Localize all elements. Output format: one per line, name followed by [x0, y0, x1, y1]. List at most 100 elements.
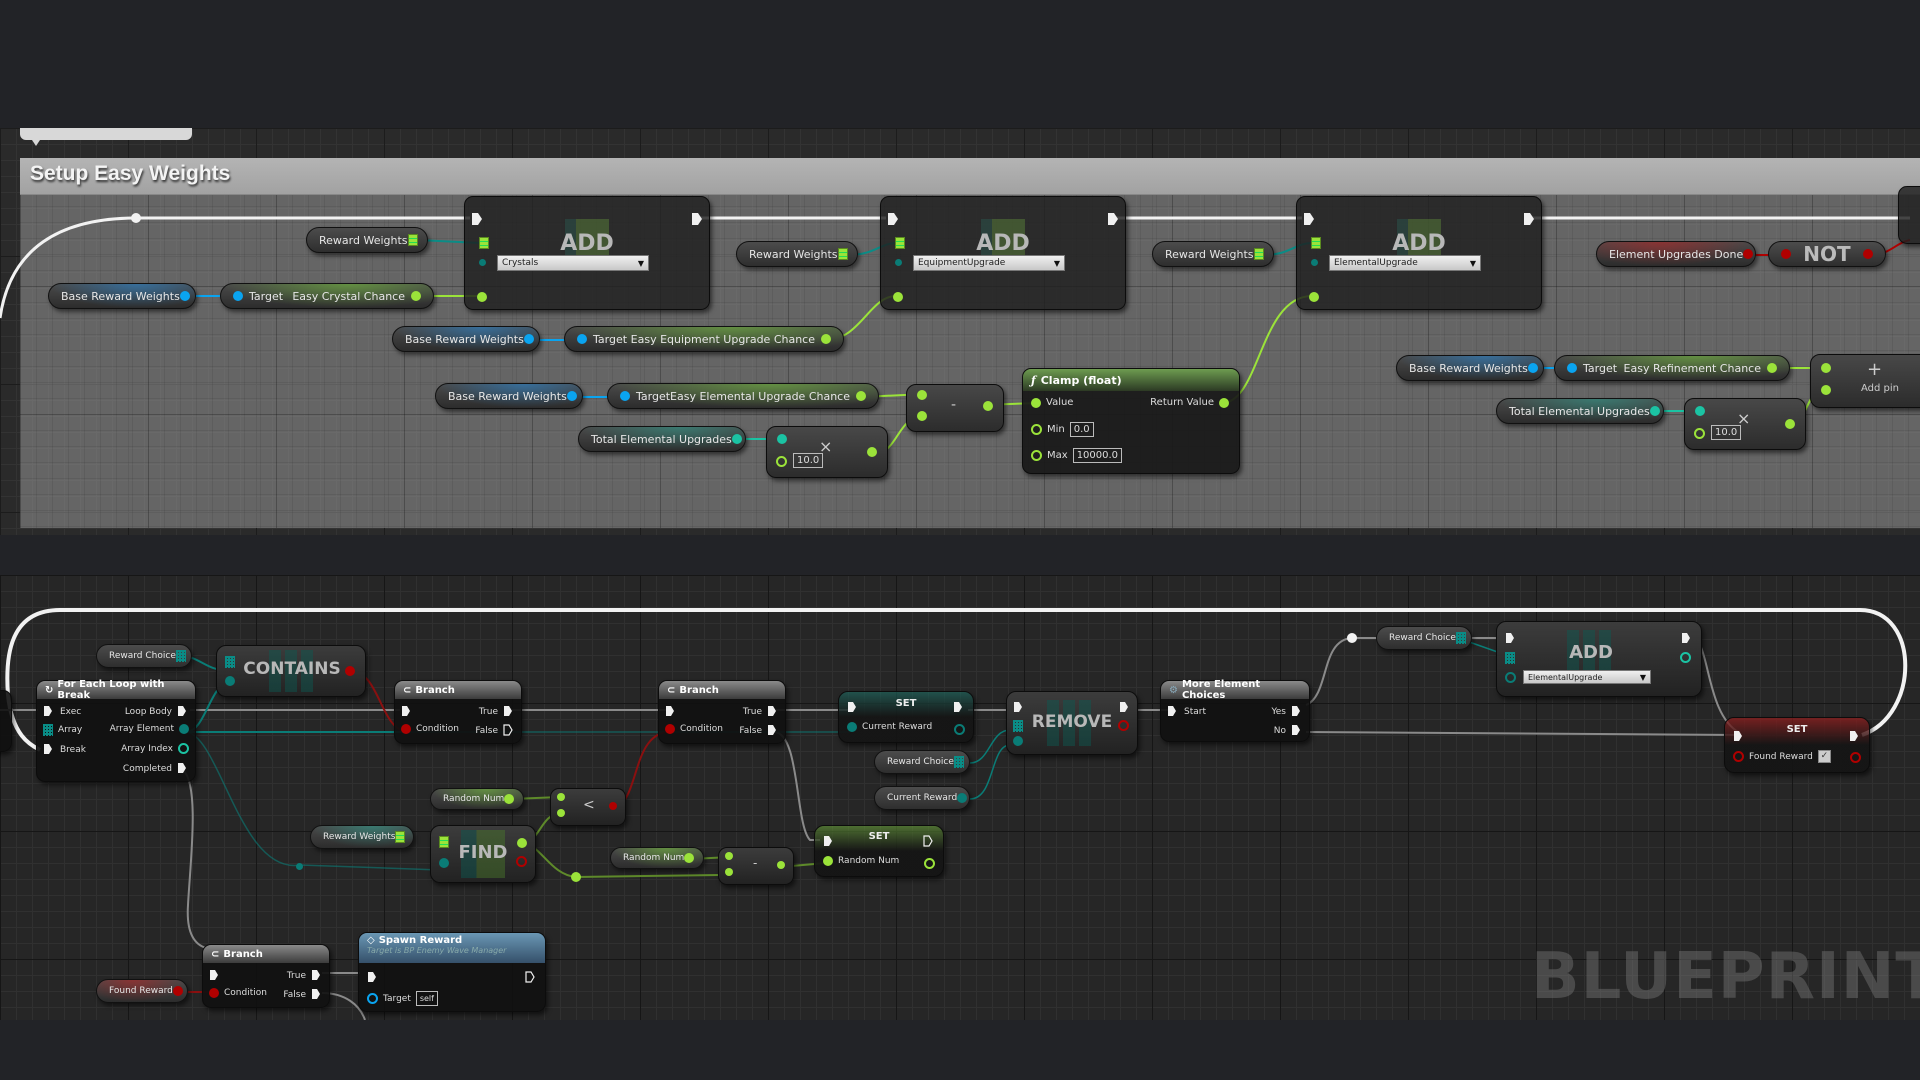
- exec-out-pin-icon[interactable]: [503, 705, 515, 719]
- clamp-float-node[interactable]: ƒ Clamp (float) Value Return Value Min 0…: [1022, 368, 1240, 474]
- bool-in-pin-icon[interactable]: [665, 724, 675, 734]
- reward-weights-getter[interactable]: Reward Weights: [1152, 241, 1274, 267]
- array-pin-icon[interactable]: [837, 248, 848, 260]
- exec-out-pin-icon[interactable]: [691, 212, 703, 226]
- total-elemental-upgrades-getter[interactable]: Total Elemental Upgrades: [578, 426, 746, 452]
- offscreen-node[interactable]: [1898, 186, 1920, 244]
- float-in-pin-icon[interactable]: [1031, 450, 1042, 461]
- int-in-pin-icon[interactable]: [777, 434, 787, 444]
- bool-out-pin-icon[interactable]: [1862, 249, 1873, 259]
- random-num-getter[interactable]: Random Num: [610, 847, 704, 869]
- bool-out-pin-icon[interactable]: [1118, 720, 1129, 731]
- reward-weights-getter[interactable]: Reward Weights: [310, 825, 414, 849]
- exec-out-pin-icon[interactable]: [525, 971, 537, 985]
- float-out-pin-icon[interactable]: [867, 447, 877, 457]
- min-value-input[interactable]: 0.0: [1069, 422, 1094, 437]
- exec-out-pin-icon[interactable]: [503, 724, 515, 738]
- total-elemental-upgrades-getter[interactable]: Total Elemental Upgrades: [1496, 398, 1664, 424]
- bool-in-pin-icon[interactable]: [401, 724, 411, 734]
- multiply-node[interactable]: 10.0 ×: [766, 426, 888, 478]
- object-pin-icon[interactable]: [179, 291, 190, 301]
- exec-in-pin-icon[interactable]: [401, 705, 413, 719]
- bool-in-pin-icon[interactable]: [1781, 249, 1791, 259]
- set-random-num-node[interactable]: SET Random Num: [814, 825, 944, 877]
- less-than-node[interactable]: <: [550, 788, 626, 826]
- bool-pin-icon[interactable]: [1743, 249, 1754, 259]
- bool-out-pin-icon[interactable]: [516, 856, 527, 867]
- exec-out-pin-icon[interactable]: [177, 705, 189, 719]
- float-in-pin-icon[interactable]: [1821, 385, 1831, 395]
- bottom-graph-canvas[interactable]: Reward Choice CONTAINS ↻ For Each Loop w…: [0, 575, 1920, 1020]
- exec-out-pin-icon[interactable]: [177, 762, 189, 776]
- float-in-pin-icon[interactable]: [557, 793, 565, 801]
- add-node-equipment-upgrade[interactable]: ADD EquipmentUpgrade ▼: [880, 196, 1126, 310]
- base-reward-weights-getter[interactable]: Base Reward Weights: [392, 326, 540, 352]
- reward-weights-getter[interactable]: Reward Weights: [736, 241, 858, 267]
- reward-choice-getter[interactable]: Reward Choice: [96, 644, 192, 668]
- reward-choice-getter[interactable]: Reward Choice: [874, 750, 970, 774]
- element-out-pin-icon[interactable]: [179, 724, 189, 734]
- item-in-pin-icon[interactable]: [439, 858, 449, 868]
- float-in-pin-icon[interactable]: [917, 411, 927, 421]
- exec-in-pin-icon[interactable]: [471, 212, 483, 226]
- array-in-pin-icon[interactable]: [479, 237, 489, 249]
- branch-node[interactable]: ⊂ Branch Condition True False: [394, 680, 522, 744]
- found-reward-getter[interactable]: Found Reward: [96, 979, 188, 1003]
- reroute-node[interactable]: [296, 863, 303, 870]
- float-in-pin-icon[interactable]: [776, 456, 787, 467]
- add-node-crystals[interactable]: ADD Crystals ▼: [464, 196, 710, 310]
- bool-pin-icon[interactable]: [172, 986, 183, 996]
- float-in-pin-icon[interactable]: [1821, 363, 1831, 373]
- int-pin-icon[interactable]: [1649, 406, 1660, 416]
- easy-crystal-chance-getter[interactable]: Target Easy Crystal Chance: [220, 283, 434, 309]
- set-found-reward-node[interactable]: SET Found Reward ✓: [1724, 717, 1870, 773]
- object-pin-icon[interactable]: [957, 793, 968, 803]
- offscreen-node[interactable]: [0, 690, 12, 752]
- object-in-pin-icon[interactable]: [367, 993, 378, 1004]
- float-in-pin-icon[interactable]: [893, 292, 903, 302]
- float-pin-icon[interactable]: [411, 291, 421, 301]
- more-element-choices-node[interactable]: ⚙ More Element Choices Start Yes No: [1160, 679, 1310, 742]
- target-pin-icon[interactable]: [577, 334, 587, 344]
- exec-in-pin-icon[interactable]: [1167, 705, 1179, 719]
- target-pin-icon[interactable]: [1567, 363, 1577, 373]
- enum-dropdown[interactable]: ElementalUpgrade ▼: [1329, 255, 1481, 271]
- bool-out-pin-icon[interactable]: [609, 802, 617, 810]
- item-in-pin-icon[interactable]: [225, 676, 235, 686]
- exec-out-pin-icon[interactable]: [1523, 212, 1535, 226]
- multiply-node[interactable]: 10.0 ×: [1684, 398, 1806, 450]
- contains-node[interactable]: CONTAINS: [216, 645, 366, 697]
- enum-dropdown[interactable]: EquipmentUpgrade ▼: [913, 255, 1065, 271]
- add-node-elemental-upgrade[interactable]: ADD ElementalUpgrade ▼: [1296, 196, 1542, 310]
- branch-node[interactable]: ⊂ Branch Condition True False: [202, 944, 330, 1008]
- index-out-pin-icon[interactable]: [1680, 652, 1691, 663]
- bool-out-pin-icon[interactable]: [1850, 752, 1861, 763]
- found-reward-checkbox[interactable]: ✓: [1817, 750, 1831, 763]
- float-out-pin-icon[interactable]: [983, 401, 993, 411]
- plus-icon[interactable]: +: [1867, 359, 1882, 380]
- exec-out-pin-icon[interactable]: [767, 705, 779, 719]
- float-in-pin-icon[interactable]: [557, 809, 565, 817]
- enum-in-pin-icon[interactable]: [895, 259, 902, 266]
- top-graph-canvas[interactable]: Setup Easy Weights Reward Weights Base R…: [0, 128, 1920, 535]
- easy-elemental-upgrade-chance-getter[interactable]: Target Easy Elemental Upgrade Chance: [607, 383, 879, 409]
- array-in-pin-icon[interactable]: [1311, 237, 1321, 249]
- enum-in-pin-icon[interactable]: [1505, 672, 1516, 683]
- target-pin-icon[interactable]: [233, 291, 243, 301]
- object-pin-icon[interactable]: [566, 391, 577, 401]
- exec-in-pin-icon[interactable]: [43, 743, 55, 757]
- float-in-pin-icon[interactable]: [725, 868, 733, 876]
- float-out-pin-icon[interactable]: [777, 861, 785, 869]
- comment-header[interactable]: Setup Easy Weights: [20, 158, 1920, 195]
- object-pin-icon[interactable]: [1527, 363, 1538, 373]
- exec-out-pin-icon[interactable]: [1107, 212, 1119, 226]
- exec-in-pin-icon[interactable]: [887, 212, 899, 226]
- add-node-elemental-upgrade[interactable]: ADD ElementalUpgrade ▼: [1496, 621, 1702, 697]
- not-node[interactable]: NOT: [1768, 241, 1886, 267]
- float-out-pin-icon[interactable]: [924, 858, 935, 869]
- float-pin-icon[interactable]: [856, 391, 867, 401]
- array-in-pin-icon[interactable]: [1505, 652, 1515, 664]
- reward-choice-getter[interactable]: Reward Choice: [1376, 626, 1472, 650]
- array-in-pin-icon[interactable]: [225, 656, 235, 668]
- exec-out-pin-icon[interactable]: [1681, 632, 1693, 646]
